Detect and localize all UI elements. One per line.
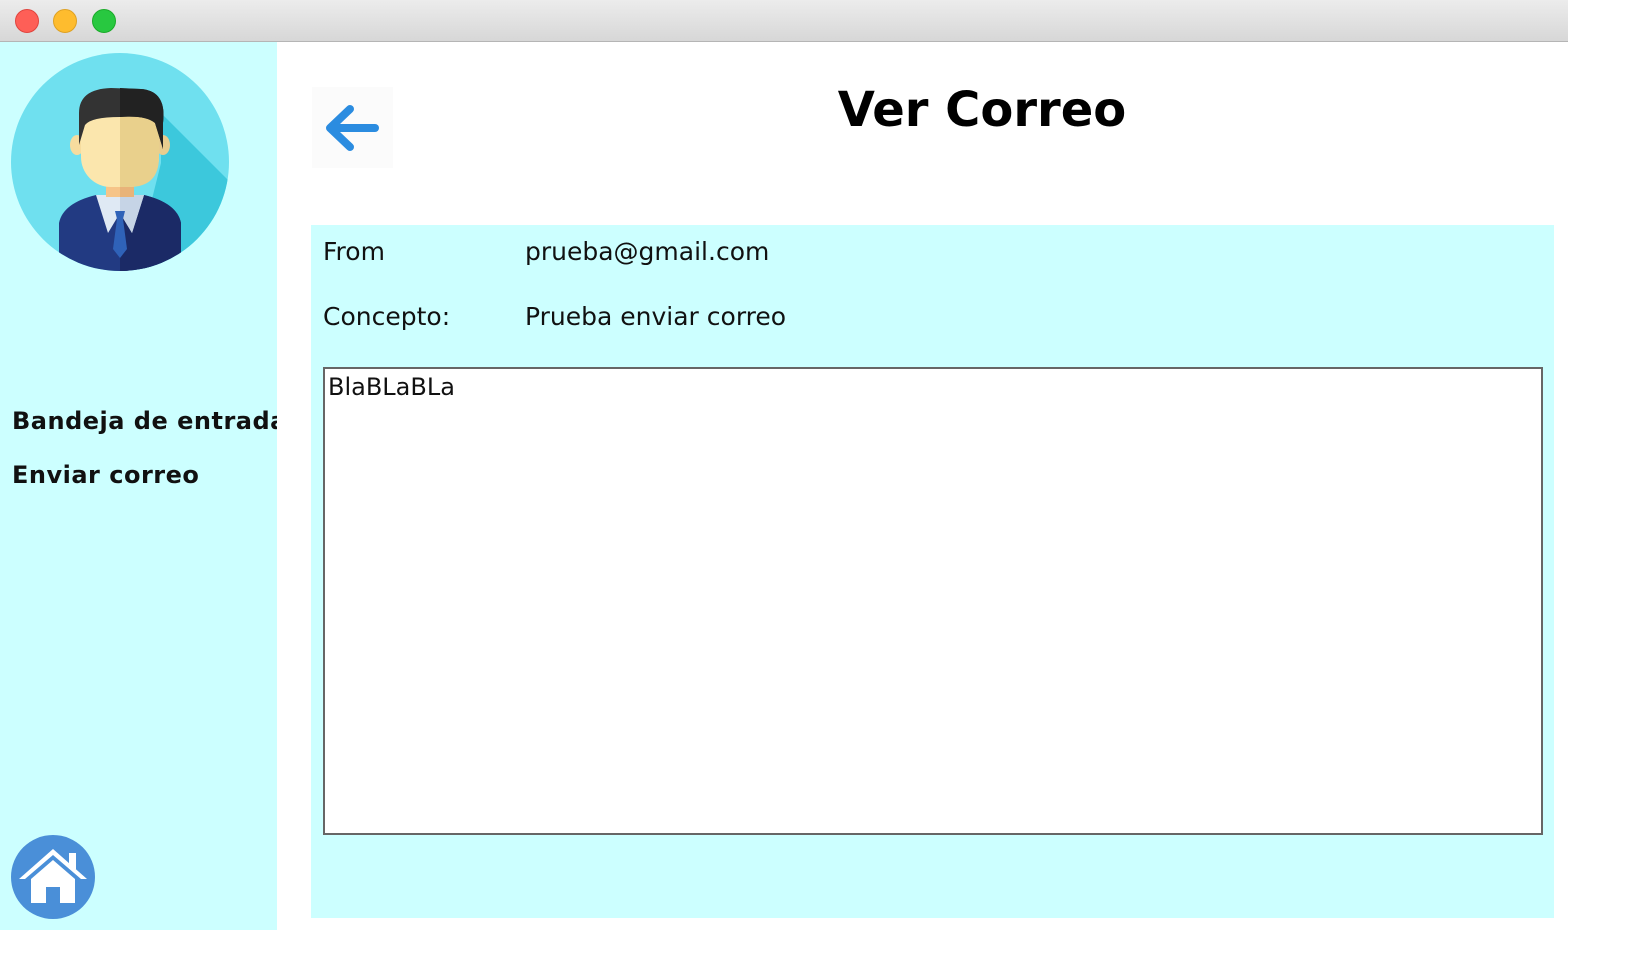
- back-button[interactable]: [312, 87, 393, 168]
- minimize-window-button[interactable]: [53, 9, 77, 33]
- arrow-left-icon: [326, 105, 379, 151]
- from-label: From: [323, 237, 385, 266]
- mail-details-panel: From prueba@gmail.com Concepto: Prueba e…: [311, 225, 1554, 918]
- concept-label: Concepto:: [323, 302, 451, 331]
- title-bar[interactable]: [0, 0, 1568, 42]
- home-button[interactable]: [11, 835, 95, 919]
- page-title: Ver Correo: [837, 82, 1127, 138]
- mail-body-textarea[interactable]: BlaBLaBLa: [323, 367, 1543, 835]
- sidebar: Bandeja de entrada Enviar correo: [0, 42, 286, 930]
- sidebar-item-inbox[interactable]: Bandeja de entrada: [12, 407, 287, 435]
- main-content: Ver Correo From prueba@gmail.com Concept…: [277, 42, 1568, 930]
- sidebar-item-send-mail[interactable]: Enviar correo: [12, 461, 199, 489]
- app-window: Bandeja de entrada Enviar correo Ver Cor…: [0, 0, 1568, 930]
- concept-value: Prueba enviar correo: [525, 302, 787, 331]
- maximize-window-button[interactable]: [92, 9, 116, 33]
- close-window-button[interactable]: [15, 9, 39, 33]
- from-value: prueba@gmail.com: [525, 237, 770, 266]
- user-avatar-icon: [11, 53, 229, 271]
